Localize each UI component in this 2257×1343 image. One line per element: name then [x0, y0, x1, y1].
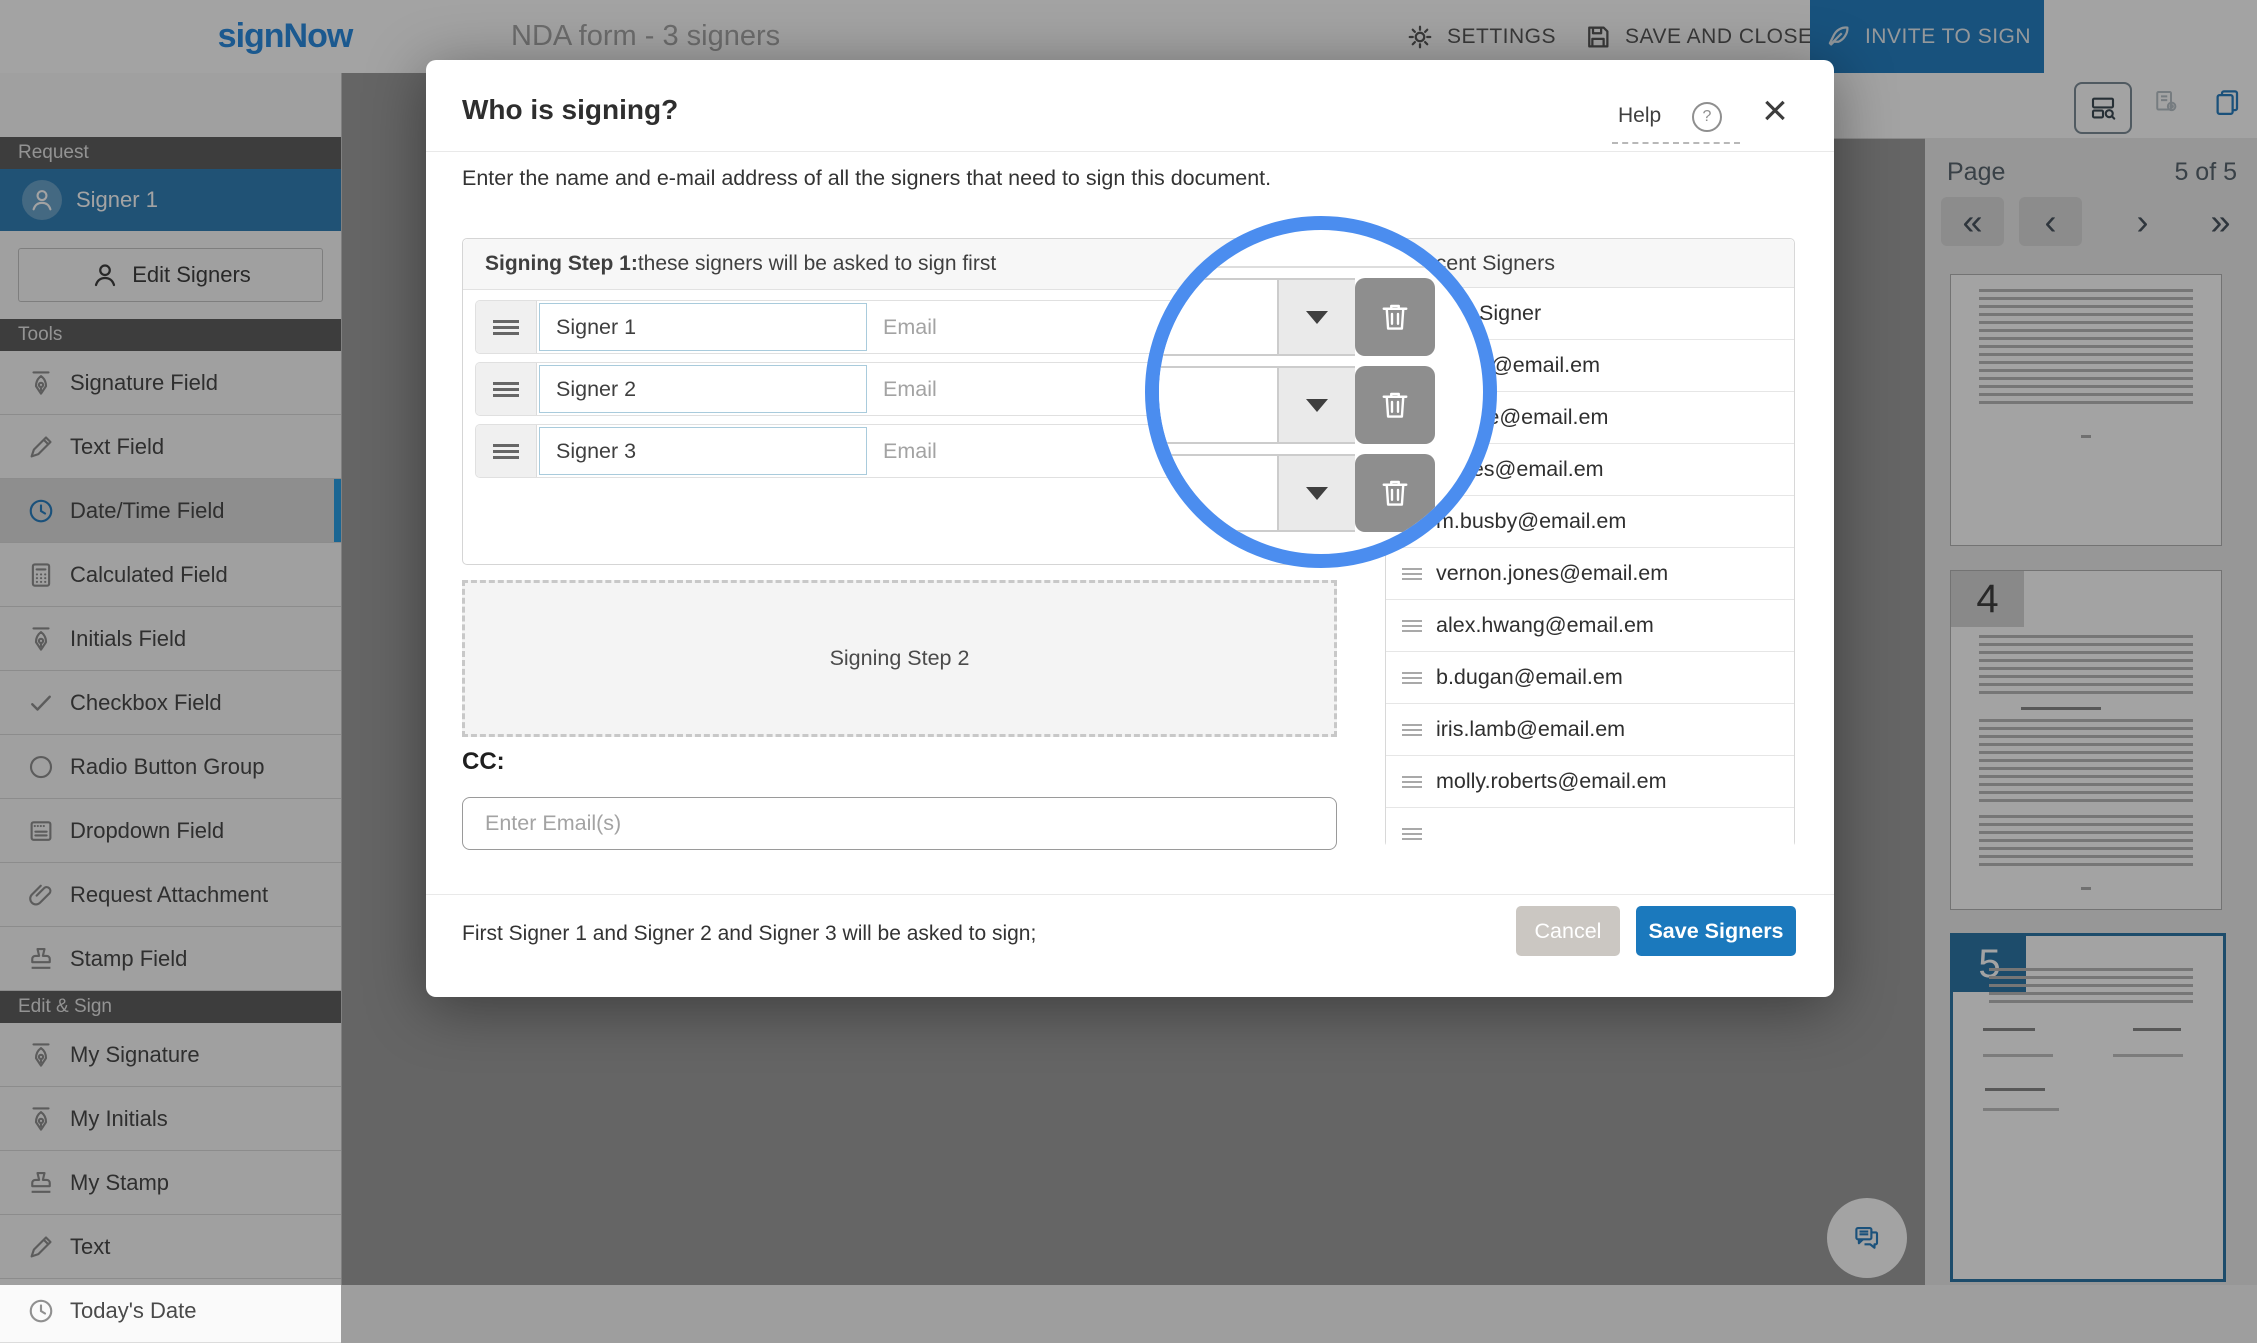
signer-2-name-input[interactable] — [539, 365, 867, 413]
recent-signer-item-empty[interactable] — [1386, 808, 1794, 859]
magnified-email-cell — [1159, 454, 1277, 532]
cancel-button[interactable]: Cancel — [1516, 906, 1620, 956]
magnified-email-cell — [1159, 278, 1277, 356]
drag-handle-icon — [1402, 568, 1422, 580]
recent-signer-item[interactable]: alex.hwang@email.em — [1386, 600, 1794, 652]
chevron-down-icon — [1306, 399, 1328, 412]
chevron-down-icon — [1306, 311, 1328, 324]
recent-signer-label: vernon.jones@email.em — [1436, 561, 1668, 586]
save-signers-button[interactable]: Save Signers — [1636, 906, 1796, 956]
trash-icon — [1377, 475, 1413, 511]
magnified-dropdown-cell — [1277, 454, 1355, 532]
drag-handle-icon[interactable] — [476, 301, 537, 353]
magnified-email-cell — [1159, 366, 1277, 444]
recent-signer-label: iris.lamb@email.em — [1436, 717, 1625, 742]
modal-description: Enter the name and e-mail address of all… — [462, 166, 1271, 191]
chevron-down-icon — [1306, 487, 1328, 500]
recent-signer-label: m.busby@email.em — [1436, 509, 1626, 534]
magnified-delete-button — [1355, 454, 1435, 532]
modal-title: Who is signing? — [462, 94, 678, 126]
tool-label: Today's Date — [70, 1298, 197, 1324]
recent-signer-label: b.dugan@email.em — [1436, 665, 1623, 690]
trash-icon — [1377, 387, 1413, 423]
signer-3-name-input[interactable] — [539, 427, 867, 475]
drag-handle-icon — [1402, 724, 1422, 736]
recent-signer-item[interactable]: molly.roberts@email.em — [1386, 756, 1794, 808]
recent-signer-item[interactable]: vernon.jones@email.em — [1386, 548, 1794, 600]
close-icon[interactable]: × — [1752, 88, 1798, 134]
signing-step-1-heading-bold: Signing Step 1: — [485, 252, 638, 276]
signer-1-name-input[interactable] — [539, 303, 867, 351]
drag-handle-icon — [1402, 828, 1422, 840]
trash-icon — [1377, 299, 1413, 335]
cc-label: CC: — [462, 748, 505, 776]
signing-order-note: First Signer 1 and Signer 2 and Signer 3… — [462, 922, 1036, 946]
recent-signer-label: molly.roberts@email.em — [1436, 769, 1667, 794]
recent-signer-label: alex.hwang@email.em — [1436, 613, 1654, 638]
modal-footer-divider — [426, 894, 1834, 895]
magnified-dropdown-cell — [1277, 366, 1355, 444]
clock-icon — [26, 1296, 56, 1326]
recent-signer-item[interactable]: b.dugan@email.em — [1386, 652, 1794, 704]
signing-step-2-label: Signing Step 2 — [830, 646, 970, 671]
magnified-delete-button — [1355, 278, 1435, 356]
who-is-signing-modal: Who is signing? Help ? × Enter the name … — [426, 60, 1834, 997]
zoom-highlight-annotation — [1145, 216, 1497, 568]
help-question-icon[interactable]: ? — [1692, 102, 1722, 132]
help-dashed-underline — [1612, 142, 1740, 144]
help-link[interactable]: Help — [1618, 104, 1661, 128]
drag-handle-icon — [1402, 672, 1422, 684]
signing-step-2-dropzone[interactable]: Signing Step 2 — [462, 580, 1337, 737]
recent-signer-item[interactable]: iris.lamb@email.em — [1386, 704, 1794, 756]
magnified-dropdown-cell — [1277, 278, 1355, 356]
drag-handle-icon[interactable] — [476, 363, 537, 415]
drag-handle-icon[interactable] — [476, 425, 537, 477]
sidebar-item-todays-date[interactable]: Today's Date — [0, 1279, 341, 1343]
signing-step-1-heading-rest: these signers will be asked to sign firs… — [638, 252, 996, 276]
magnified-delete-button — [1355, 366, 1435, 444]
drag-handle-icon — [1402, 776, 1422, 788]
cc-email-input[interactable] — [462, 797, 1337, 850]
modal-header-divider — [426, 151, 1834, 152]
drag-handle-icon — [1402, 620, 1422, 632]
